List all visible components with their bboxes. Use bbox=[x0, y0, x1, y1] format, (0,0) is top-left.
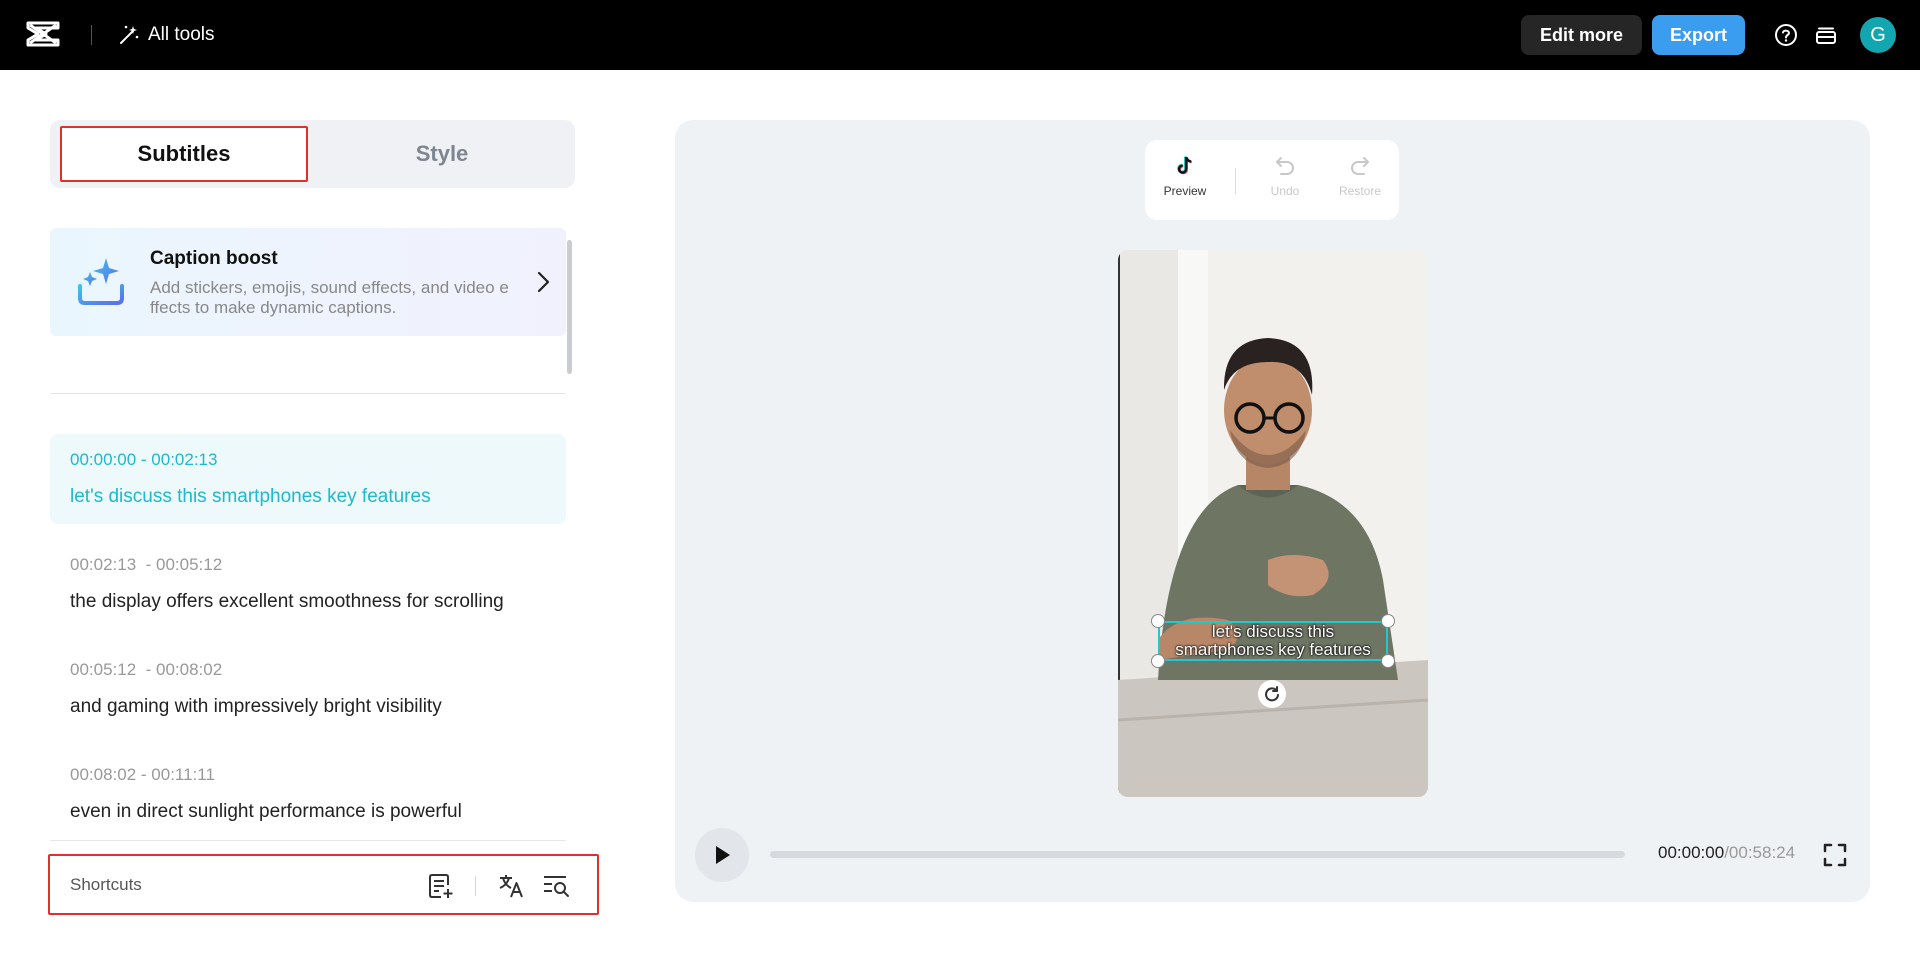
tab-style[interactable]: Style bbox=[318, 126, 566, 182]
subtitle-text[interactable]: and gaming with impressively bright visi… bbox=[70, 696, 442, 718]
undo-icon bbox=[1276, 157, 1294, 175]
search-list-icon[interactable] bbox=[542, 872, 570, 900]
edit-more-button[interactable]: Edit more bbox=[1521, 15, 1642, 55]
caption-boost-description: Add stickers, emojis, sound effects, and… bbox=[150, 278, 509, 317]
subtitle-time: 00:08:02 - 00:11:11 bbox=[70, 765, 215, 784]
restore-button[interactable]: Restore bbox=[1330, 154, 1390, 198]
caption-boost-title: Caption boost bbox=[150, 248, 278, 269]
preview-toolbar: Preview Undo Restore bbox=[1145, 140, 1399, 220]
avatar[interactable]: G bbox=[1860, 17, 1896, 53]
resize-handle[interactable] bbox=[1151, 614, 1165, 628]
tiktok-icon bbox=[1177, 156, 1193, 175]
header-divider bbox=[91, 25, 92, 45]
subtitle-time: 00:00:00 - 00:02:13 bbox=[70, 450, 218, 469]
toolbar-divider bbox=[1235, 168, 1236, 194]
subtitle-text[interactable]: let's discuss this smartphones key featu… bbox=[70, 486, 431, 508]
top-bar: All tools Edit more Export G bbox=[0, 0, 1920, 70]
chevron-right-icon bbox=[537, 271, 550, 293]
video-frame[interactable]: let's discuss this smartphones key featu… bbox=[1118, 250, 1428, 797]
undo-button[interactable]: Undo bbox=[1255, 154, 1315, 198]
resize-handle[interactable] bbox=[1381, 654, 1395, 668]
subtitle-item[interactable]: 00:08:02 - 00:11:11 even in direct sunli… bbox=[50, 749, 566, 839]
caption-boost-card[interactable]: Caption boost Add stickers, emojis, soun… bbox=[50, 228, 566, 336]
video-caption[interactable]: let's discuss this smartphones key featu… bbox=[1160, 623, 1386, 659]
restore-label: Restore bbox=[1338, 184, 1382, 198]
rotate-handle[interactable] bbox=[1258, 680, 1286, 708]
layers-icon[interactable] bbox=[1813, 22, 1839, 48]
subtitle-time: 00:05:12 - 00:08:02 bbox=[70, 660, 223, 679]
playback-progress-bar[interactable] bbox=[770, 851, 1625, 858]
export-button[interactable]: Export bbox=[1652, 15, 1745, 55]
current-time: 00:00:00 bbox=[1658, 843, 1725, 862]
subtitle-item[interactable]: 00:00:00 - 00:02:13 let's discuss this s… bbox=[50, 434, 566, 524]
shortcuts-divider bbox=[475, 876, 476, 896]
magic-wand-icon bbox=[120, 25, 139, 44]
preview-label: Preview bbox=[1163, 184, 1207, 198]
fullscreen-icon[interactable] bbox=[1822, 842, 1848, 868]
caption-selection-box[interactable]: let's discuss this smartphones key featu… bbox=[1158, 621, 1388, 661]
shortcuts-label: Shortcuts bbox=[70, 875, 142, 894]
resize-handle[interactable] bbox=[1151, 654, 1165, 668]
divider bbox=[50, 840, 566, 841]
rotate-icon bbox=[1265, 686, 1279, 702]
subtitle-list: 00:00:00 - 00:02:13 let's discuss this s… bbox=[50, 434, 566, 840]
play-icon bbox=[716, 846, 730, 864]
divider bbox=[50, 393, 566, 394]
subtitle-item[interactable]: 00:05:12 - 00:08:02 and gaming with impr… bbox=[50, 644, 566, 734]
all-tools-label: All tools bbox=[148, 24, 215, 45]
subtitle-item[interactable]: 00:02:13 - 00:05:12 the display offers e… bbox=[50, 539, 566, 629]
preview-area: Preview Undo Restore let's discuss this … bbox=[675, 120, 1870, 902]
total-time: /00:58:24 bbox=[1724, 843, 1796, 862]
tab-subtitles[interactable]: Subtitles bbox=[60, 126, 308, 182]
video-scene bbox=[1118, 250, 1428, 797]
undo-label: Undo bbox=[1270, 184, 1300, 198]
sparkle-tray-icon bbox=[78, 258, 124, 305]
preview-button[interactable]: Preview bbox=[1155, 154, 1215, 198]
video-caption-line: let's discuss this bbox=[1211, 622, 1335, 641]
subtitle-text[interactable]: the display offers excellent smoothness … bbox=[70, 591, 504, 613]
resize-handle[interactable] bbox=[1381, 614, 1395, 628]
play-button[interactable] bbox=[695, 828, 749, 882]
add-subtitle-icon[interactable] bbox=[427, 872, 455, 900]
shortcuts-bar: Shortcuts bbox=[48, 854, 599, 915]
capcut-logo-icon[interactable] bbox=[26, 19, 60, 49]
time-display: 00:00:00/00:58:24 bbox=[1658, 843, 1795, 863]
help-icon[interactable] bbox=[1773, 22, 1799, 48]
panel-tabs: Subtitles Style bbox=[50, 120, 575, 188]
subtitle-time: 00:02:13 - 00:05:12 bbox=[70, 555, 223, 574]
translate-icon[interactable] bbox=[497, 872, 525, 900]
subtitle-text[interactable]: even in direct sunlight performance is p… bbox=[70, 801, 462, 823]
panel-scrollbar[interactable] bbox=[567, 240, 572, 374]
all-tools-button[interactable]: All tools bbox=[118, 20, 215, 50]
video-caption-line: smartphones key features bbox=[1175, 640, 1371, 659]
redo-icon bbox=[1351, 157, 1369, 175]
